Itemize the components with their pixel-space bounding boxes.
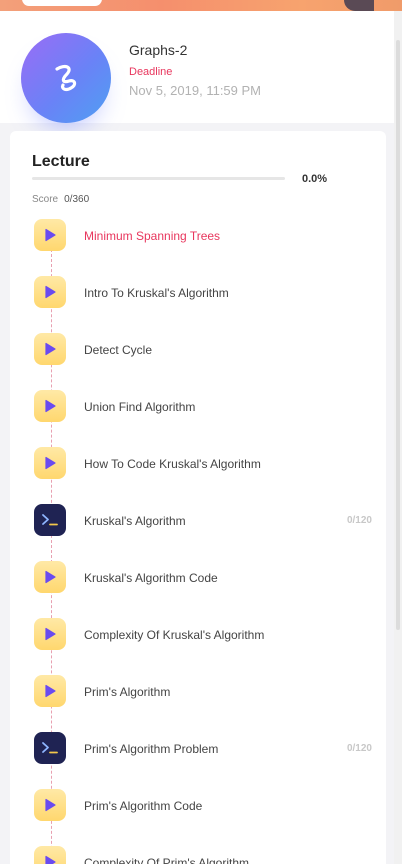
play-icon — [45, 684, 56, 698]
lecture-item-score: 0/120 — [346, 515, 372, 526]
progress-percent: 0.0% — [302, 173, 328, 185]
video-lecture-icon — [34, 561, 66, 593]
lecture-item[interactable]: Prim's Algorithm Code — [34, 789, 384, 823]
lecture-item-label: How To Code Kruskal's Algorithm — [84, 457, 261, 471]
lecture-item-label: Kruskal's Algorithm — [84, 514, 186, 528]
lecture-item-label: Prim's Algorithm Problem — [84, 742, 219, 756]
lecture-item-label: Kruskal's Algorithm Code — [84, 571, 218, 585]
video-lecture-icon — [34, 276, 66, 308]
lecture-item-score: 0/120 — [346, 743, 372, 754]
lecture-item-label: Detect Cycle — [84, 343, 153, 357]
deadline-label: Deadline — [129, 66, 173, 78]
play-icon — [45, 855, 56, 864]
play-icon — [45, 627, 56, 641]
video-lecture-icon — [34, 333, 66, 365]
play-icon — [45, 342, 56, 356]
top-corner-decoration — [344, 0, 374, 11]
lecture-item[interactable]: How To Code Kruskal's Algorithm — [34, 447, 384, 481]
top-tab-pill[interactable] — [22, 0, 102, 6]
lecture-title: Lecture — [32, 153, 90, 170]
score-value: 0/360 — [64, 194, 90, 205]
lecture-item[interactable]: Complexity Of Kruskal's Algorithm — [34, 618, 384, 652]
code-problem-icon — [34, 732, 66, 764]
play-icon — [45, 285, 56, 299]
play-icon — [45, 570, 56, 584]
lecture-item[interactable]: Intro To Kruskal's Algorithm — [34, 276, 384, 310]
lecture-item-label: Minimum Spanning Trees — [84, 229, 221, 243]
play-icon — [45, 399, 56, 413]
video-lecture-icon — [34, 846, 66, 864]
terminal-icon — [42, 514, 58, 526]
lecture-item[interactable]: Complexity Of Prim's Algorithm — [34, 846, 384, 864]
video-lecture-icon — [34, 789, 66, 821]
video-lecture-icon — [34, 675, 66, 707]
terminal-icon — [42, 742, 58, 754]
course-logo-icon — [55, 64, 77, 92]
play-icon — [45, 798, 56, 812]
score-label: Score — [32, 194, 59, 205]
video-lecture-icon — [34, 447, 66, 479]
lecture-item-label: Prim's Algorithm Code — [84, 799, 203, 813]
code-problem-icon — [34, 504, 66, 536]
lecture-item[interactable]: Detect Cycle — [34, 333, 384, 367]
course-header: Graphs-2 Deadline Nov 5, 2019, 11:59 PM — [0, 11, 394, 125]
lecture-item-label: Prim's Algorithm — [84, 685, 171, 699]
course-logo — [21, 33, 111, 123]
lecture-item-label: Complexity Of Prim's Algorithm — [84, 856, 249, 864]
video-lecture-icon — [34, 618, 66, 650]
video-lecture-icon — [34, 219, 66, 251]
lecture-item[interactable]: Kruskal's Algorithm Code — [34, 561, 384, 595]
score-display: Score 0/360 — [32, 194, 89, 205]
lecture-item[interactable]: Prim's Algorithm Problem 0/120 — [34, 732, 384, 766]
play-icon — [45, 456, 56, 470]
lecture-item-label: Intro To Kruskal's Algorithm — [84, 286, 229, 300]
scrollbar-thumb[interactable] — [396, 40, 400, 630]
deadline-date: Nov 5, 2019, 11:59 PM — [129, 83, 262, 98]
lecture-item[interactable]: Minimum Spanning Trees — [34, 219, 384, 253]
lecture-item[interactable]: Union Find Algorithm — [34, 390, 384, 424]
lecture-item[interactable]: Prim's Algorithm — [34, 675, 384, 709]
progress-bar — [32, 177, 285, 180]
course-title: Graphs-2 — [129, 42, 188, 58]
lecture-item-label: Complexity Of Kruskal's Algorithm — [84, 628, 265, 642]
lecture-item-label: Union Find Algorithm — [84, 400, 196, 414]
lecture-item[interactable]: Kruskal's Algorithm 0/120 — [34, 504, 384, 538]
video-lecture-icon — [34, 390, 66, 422]
play-icon — [45, 228, 56, 242]
lecture-card: Lecture 0.0% Score 0/360 Minimum Spanning… — [10, 131, 386, 864]
